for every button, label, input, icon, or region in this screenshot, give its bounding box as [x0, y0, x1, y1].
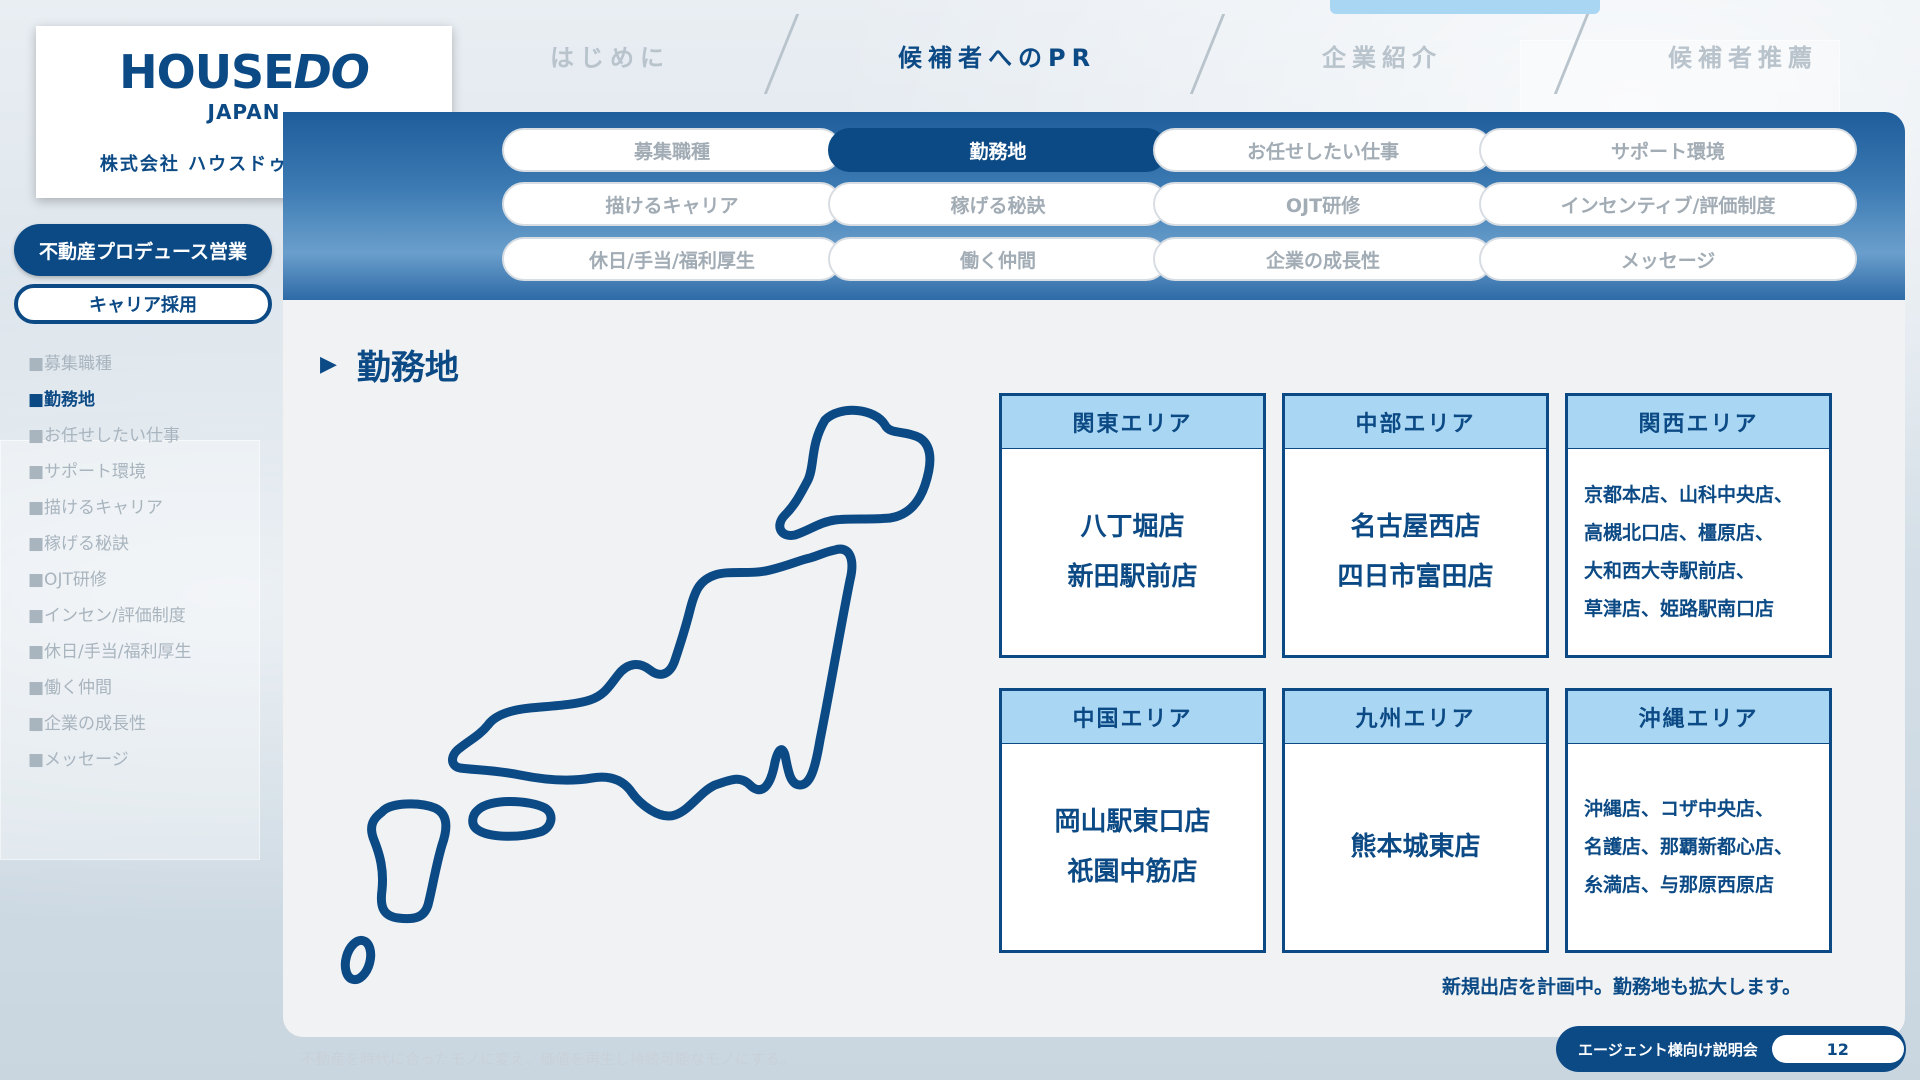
footer-tagline: 不動産を時代に合ったモノに変え、価値を再生し持続可能なモノにする。 [300, 1050, 796, 1068]
store-name: 名古屋西店 [1350, 512, 1481, 542]
side-nav-item[interactable]: ■OJT研修 [28, 562, 192, 598]
tab-introduction[interactable]: はじめに [550, 38, 670, 73]
subnav-pill[interactable]: 企業の成長性 [1153, 237, 1493, 281]
section-title: ▶ 勤務地 [320, 340, 459, 389]
store-name: 新田駅前店 [1067, 562, 1198, 592]
store-name: 糸満店、与那原西原店 [1584, 874, 1775, 896]
japan-map-icon [340, 405, 935, 985]
side-nav: ■募集職種 ■勤務地 ■お任せしたい仕事 ■サポート環境 ■描けるキャリア ■稼げる秘訣 ■… [28, 346, 192, 778]
side-nav-item[interactable]: ■インセン/評価制度 [28, 598, 192, 634]
store-list: 熊本城東店 [1285, 744, 1546, 950]
store-name: 熊本城東店 [1350, 832, 1481, 862]
area-name: 中部エリア [1285, 396, 1546, 449]
area-name: 関東エリア [1002, 396, 1263, 449]
store-name: 京都本店、山科中央店、 [1584, 484, 1794, 506]
page-number: 12 [1771, 1035, 1904, 1063]
area-card: 九州エリア熊本城東店 [1282, 688, 1549, 953]
side-nav-item[interactable]: ■お任せしたい仕事 [28, 418, 192, 454]
side-nav-item[interactable]: ■企業の成長性 [28, 706, 192, 742]
subnav-pill[interactable]: メッセージ [1479, 237, 1857, 281]
subnav-pill[interactable]: 休日/手当/福利厚生 [502, 237, 842, 281]
career-hiring-button[interactable]: キャリア採用 [14, 284, 272, 324]
area-name: 沖縄エリア [1568, 691, 1829, 744]
side-nav-item[interactable]: ■働く仲間 [28, 670, 192, 706]
area-card: 中部エリア名古屋西店四日市富田店 [1282, 393, 1549, 658]
store-list: 沖縄店、コザ中央店、 名護店、那覇新都心店、 糸満店、与那原西原店 [1568, 744, 1829, 950]
side-nav-item[interactable]: ■メッセージ [28, 742, 192, 778]
area-card: 沖縄エリア 沖縄店、コザ中央店、 名護店、那覇新都心店、 糸満店、与那原西原店 [1565, 688, 1832, 953]
store-list: 岡山駅東口店 祇園中筋店 [1002, 744, 1263, 950]
store-list: 京都本店、山科中央店、 高槻北口店、橿原店、 大和西大寺駅前店、 草津店、姫路駅南口店 [1568, 449, 1829, 655]
subnav-pill[interactable]: 描けるキャリア [502, 182, 842, 226]
side-nav-item[interactable]: ■勤務地 [28, 382, 192, 418]
subnav-pill[interactable]: サポート環境 [1479, 128, 1857, 172]
store-name: 祇園中筋店 [1067, 857, 1198, 887]
subnav-pill[interactable]: 働く仲間 [828, 237, 1168, 281]
top-tabs: はじめに 候補者へのPR 企業紹介 候補者推薦 [470, 0, 1920, 108]
store-name: 岡山駅東口店 [1054, 807, 1211, 837]
tab-candidate-recommend[interactable]: 候補者推薦 [1668, 38, 1818, 73]
side-nav-item[interactable]: ■休日/手当/福利厚生 [28, 634, 192, 670]
side-nav-item[interactable]: ■募集職種 [28, 346, 192, 382]
footer-badge: エージェント様向け説明会 12 [1556, 1026, 1906, 1072]
store-name: 四日市富田店 [1337, 562, 1494, 592]
subnav-pill[interactable]: 稼げる秘訣 [828, 182, 1168, 226]
triangle-icon: ▶ [320, 352, 337, 377]
tab-candidate-pr[interactable]: 候補者へのPR [898, 38, 1096, 73]
area-card: 関東エリア八丁堀店新田駅前店 [999, 393, 1266, 658]
area-name: 九州エリア [1285, 691, 1546, 744]
footer-badge-label: エージェント様向け説明会 [1578, 1040, 1758, 1059]
subnav-pill[interactable]: インセンティブ/評価制度 [1479, 182, 1857, 226]
area-name: 関西エリア [1568, 396, 1829, 449]
store-name: 沖縄店、コザ中央店、 [1584, 798, 1775, 820]
side-nav-item[interactable]: ■稼げる秘訣 [28, 526, 192, 562]
store-name: 名護店、那覇新都心店、 [1584, 836, 1794, 858]
store-name: 高槻北口店、橿原店、 [1584, 522, 1775, 544]
subnav-pill[interactable]: お任せしたい仕事 [1153, 128, 1493, 172]
side-nav-item[interactable]: ■描けるキャリア [28, 490, 192, 526]
expansion-note: 新規出店を計画中。勤務地も拡大します。 [1442, 976, 1802, 998]
tab-divider [1189, 14, 1226, 94]
side-nav-item[interactable]: ■サポート環境 [28, 454, 192, 490]
subnav-pill[interactable]: 勤務地 [828, 128, 1168, 172]
subnav-pill[interactable]: OJT研修 [1153, 182, 1493, 226]
tab-divider [1553, 14, 1590, 94]
tab-company-intro[interactable]: 企業紹介 [1322, 38, 1442, 73]
area-card: 関西エリア 京都本店、山科中央店、 高槻北口店、橿原店、 大和西大寺駅前店、 草津店、姫… [1565, 393, 1832, 658]
active-tab-indicator [1330, 0, 1600, 14]
store-list: 八丁堀店 新田駅前店 [1002, 449, 1263, 655]
brand-logo: HOUSEDO [119, 45, 370, 99]
store-name: 八丁堀店 [1080, 512, 1185, 542]
section-title-text: 勤務地 [356, 348, 459, 388]
real-estate-sales-button[interactable]: 不動産プロデュース営業 [14, 224, 272, 276]
area-card: 中国エリア 岡山駅東口店 祇園中筋店 [999, 688, 1266, 953]
tab-divider [763, 14, 800, 94]
store-name: 草津店、姫路駅南口店 [1584, 598, 1775, 620]
subnav-pill[interactable]: 募集職種 [502, 128, 842, 172]
area-name: 中国エリア [1002, 691, 1263, 744]
store-list: 名古屋西店四日市富田店 [1285, 449, 1546, 655]
store-name: 大和西大寺駅前店、 [1584, 560, 1756, 582]
